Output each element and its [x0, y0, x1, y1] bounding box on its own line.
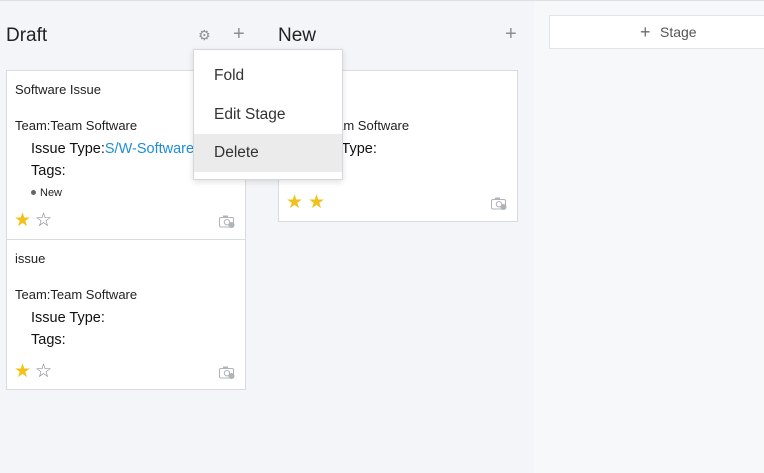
- camera-icon[interactable]: [219, 215, 235, 228]
- add-card-new-plus-icon[interactable]: +: [505, 24, 517, 44]
- card-issue-type: Issue Type:S/W-Software: [31, 141, 195, 157]
- card-team: Team:Team Software: [15, 118, 138, 133]
- camera-icon[interactable]: [219, 366, 235, 379]
- kanban-card-issue[interactable]: issue Team:Team Software Issue Type: Tag…: [6, 239, 246, 390]
- issue-type-link[interactable]: S/W-Software: [105, 141, 194, 157]
- star-filled-icon[interactable]: ★: [286, 193, 303, 212]
- star-filled-icon[interactable]: ★: [14, 211, 31, 230]
- star-filled-icon[interactable]: ★: [308, 193, 325, 212]
- tag-badge: New: [31, 187, 62, 199]
- tag-dot: [31, 190, 36, 195]
- right-pane-background: [534, 1, 764, 473]
- star-filled-icon[interactable]: ★: [14, 362, 31, 381]
- add-stage-button[interactable]: + Stage: [549, 15, 764, 49]
- add-stage-label: Stage: [660, 24, 697, 40]
- menu-item-edit-stage[interactable]: Edit Stage: [194, 96, 342, 134]
- card-title: issue: [15, 251, 46, 266]
- plus-icon: +: [640, 22, 651, 42]
- menu-item-delete[interactable]: Delete: [194, 134, 342, 172]
- camera-icon[interactable]: [491, 197, 507, 210]
- add-card-draft-plus-icon[interactable]: +: [233, 24, 245, 44]
- column-title-draft: Draft: [6, 25, 48, 46]
- column-title-new: New: [278, 25, 317, 46]
- stage-dropdown-menu: Fold Edit Stage Delete: [193, 49, 343, 180]
- star-empty-icon[interactable]: ☆: [35, 362, 52, 381]
- card-title: Software Issue: [15, 82, 101, 97]
- menu-item-fold[interactable]: Fold: [194, 57, 342, 95]
- gear-icon[interactable]: ⚙: [198, 28, 211, 42]
- card-tags-label: Tags:: [31, 163, 66, 179]
- card-team: Team:Team Software: [15, 287, 138, 302]
- star-empty-icon[interactable]: ☆: [35, 211, 52, 230]
- card-issue-type: Issue Type:: [31, 310, 105, 326]
- card-tags-label: Tags:: [31, 332, 66, 348]
